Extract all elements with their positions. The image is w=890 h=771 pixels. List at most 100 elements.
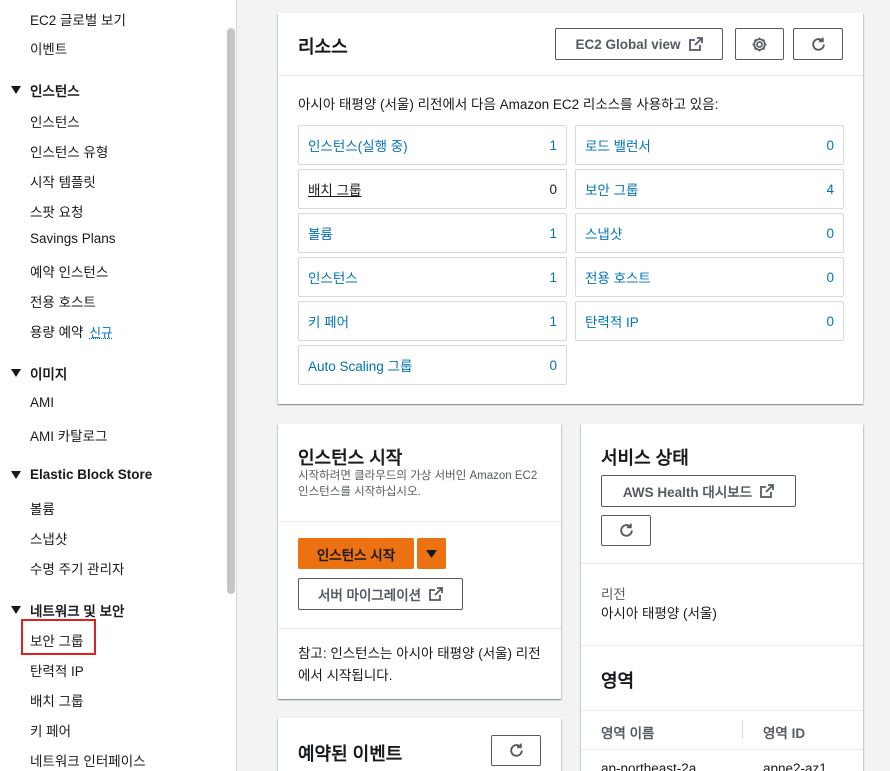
sidebar-item-ec2-global-view[interactable]: EC2 글로벌 보기 [30, 9, 126, 29]
resource-placement-groups[interactable]: 배치 그룹 0 [298, 169, 567, 209]
settings-button[interactable] [735, 28, 784, 60]
zone-id-cell: apne2-az1 [763, 761, 827, 771]
sidebar-item-placement-groups[interactable]: 배치 그룹 [30, 690, 83, 710]
section-title: 네트워크 및 보안 [30, 604, 125, 619]
resource-dedicated-hosts[interactable]: 전용 호스트 0 [575, 257, 844, 297]
region-label: 리전 [601, 587, 626, 602]
section-title: 이미지 [30, 367, 68, 382]
column-separator [742, 721, 743, 739]
sidebar-item-ami[interactable]: AMI [30, 395, 54, 410]
refresh-icon [509, 743, 523, 757]
button-label: EC2 Global view [575, 36, 681, 52]
sidebar-section-images[interactable]: 이미지 [11, 363, 67, 383]
resources-description: 아시아 태평양 (서울) 리전에서 다음 Amazon EC2 리소스를 사용하… [298, 97, 719, 112]
resource-label[interactable]: 탄력적 IP [585, 311, 639, 331]
sidebar-item-network-interfaces[interactable]: 네트워크 인터페이스 [30, 750, 146, 770]
button-label: 서버 마이그레이션 [317, 588, 422, 603]
resource-count: 0 [826, 137, 834, 153]
button-label: AWS Health 대시보드 [622, 485, 753, 500]
sidebar-item-capacity-reservations[interactable]: 용량 예약 신규 [30, 321, 112, 341]
sidebar-item-lifecycle-manager[interactable]: 수명 주기 관리자 [30, 558, 124, 578]
launch-instance-button[interactable]: 인스턴스 시작 [298, 538, 414, 569]
launch-note-line1: 참고: 인스턴스는 아시아 태평양 (서울) 리전 [298, 646, 541, 661]
aws-health-dashboard-button[interactable]: AWS Health 대시보드 [601, 475, 796, 507]
resource-label[interactable]: Auto Scaling 그룹 [308, 355, 412, 375]
sidebar: EC2 글로벌 보기 이벤트 인스턴스 인스턴스 인스턴스 유형 시작 템플릿 … [0, 0, 237, 771]
zone-name-cell: ap-northeast-2a [601, 761, 697, 771]
launch-description-line2: 인스턴스를 시작하십시오. [298, 486, 421, 498]
sidebar-scrollbar[interactable] [227, 28, 235, 594]
caret-down-icon [11, 369, 21, 377]
resource-label[interactable]: 스냅샷 [585, 223, 622, 243]
scheduled-events-title: 예약된 이벤트 [298, 744, 403, 764]
resource-instances[interactable]: 인스턴스 1 [298, 257, 567, 297]
sidebar-section-network-security[interactable]: 네트워크 및 보안 [11, 600, 124, 620]
zones-title: 영역 [601, 671, 635, 691]
resource-volumes[interactable]: 볼륨 1 [298, 213, 567, 253]
ec2-global-view-button[interactable]: EC2 Global view [555, 28, 723, 60]
resource-label[interactable]: 로드 밸런서 [585, 135, 651, 155]
resource-label[interactable]: 보안 그룹 [585, 179, 638, 199]
resource-key-pairs[interactable]: 키 페어 1 [298, 301, 567, 341]
resource-security-groups[interactable]: 보안 그룹 4 [575, 169, 844, 209]
sidebar-item-key-pairs[interactable]: 키 페어 [30, 720, 71, 740]
refresh-events-button[interactable] [491, 735, 541, 766]
external-link-icon [688, 37, 703, 51]
new-badge: 신규 [89, 326, 113, 340]
sidebar-section-instances[interactable]: 인스턴스 [11, 80, 80, 100]
column-header-zone-id[interactable]: 영역 ID [763, 722, 805, 742]
divider [581, 645, 863, 646]
sidebar-item-reserved-instances[interactable]: 예약 인스턴스 [30, 261, 108, 281]
refresh-health-button[interactable] [601, 515, 651, 546]
resource-label[interactable]: 인스턴스(실행 중) [308, 135, 408, 155]
resource-label[interactable]: 키 페어 [308, 311, 349, 331]
sidebar-item-ami-catalog[interactable]: AMI 카탈로그 [30, 425, 107, 445]
divider [278, 521, 561, 522]
resources-title: 리소스 [298, 37, 348, 57]
resource-load-balancers[interactable]: 로드 밸런서 0 [575, 125, 844, 165]
section-title: Elastic Block Store [30, 467, 153, 482]
resource-snapshots[interactable]: 스냅샷 0 [575, 213, 844, 253]
sidebar-section-ebs[interactable]: Elastic Block Store [11, 467, 152, 482]
nav-label: 용량 예약 [30, 325, 84, 340]
resource-label[interactable]: 볼륨 [308, 223, 333, 243]
resource-label[interactable]: 인스턴스 [308, 267, 358, 287]
sidebar-item-events[interactable]: 이벤트 [30, 38, 67, 58]
launch-note-line2: 에서 시작됩니다. [298, 668, 393, 683]
column-header-zone-name[interactable]: 영역 이름 [601, 722, 654, 742]
server-migration-button[interactable]: 서버 마이그레이션 [298, 578, 463, 610]
refresh-button[interactable] [793, 28, 843, 60]
resource-count: 1 [549, 269, 557, 285]
divider [278, 628, 561, 629]
resource-count: 0 [826, 225, 834, 241]
sidebar-item-instance-types[interactable]: 인스턴스 유형 [30, 141, 108, 161]
sidebar-item-elastic-ips[interactable]: 탄력적 IP [30, 660, 84, 680]
resource-elastic-ips[interactable]: 탄력적 IP 0 [575, 301, 844, 341]
caret-down-icon [11, 86, 21, 94]
resource-count: 0 [549, 181, 557, 197]
resource-count: 0 [826, 313, 834, 329]
highlight-box [21, 619, 96, 655]
launch-dropdown-button[interactable] [417, 538, 446, 569]
section-title: 인스턴스 [30, 84, 80, 99]
sidebar-item-spot-requests[interactable]: 스팟 요청 [30, 201, 83, 221]
refresh-icon [619, 523, 633, 537]
divider [581, 749, 863, 750]
divider [278, 75, 863, 76]
resource-auto-scaling-groups[interactable]: Auto Scaling 그룹 0 [298, 345, 567, 385]
launch-title: 인스턴스 시작 [298, 448, 403, 468]
resource-count: 1 [549, 313, 557, 329]
sidebar-item-savings-plans[interactable]: Savings Plans [30, 231, 116, 246]
resource-label[interactable]: 전용 호스트 [585, 267, 651, 287]
sidebar-item-dedicated-hosts[interactable]: 전용 호스트 [30, 291, 96, 311]
service-health-title: 서비스 상태 [601, 448, 689, 468]
sidebar-item-snapshots[interactable]: 스냅샷 [30, 528, 67, 548]
sidebar-item-instances[interactable]: 인스턴스 [30, 111, 80, 131]
resource-label[interactable]: 배치 그룹 [308, 179, 361, 199]
sidebar-item-volumes[interactable]: 볼륨 [30, 498, 55, 518]
refresh-icon [811, 37, 825, 51]
resource-running-instances[interactable]: 인스턴스(실행 중) 1 [298, 125, 567, 165]
resource-count: 0 [826, 269, 834, 285]
sidebar-item-launch-templates[interactable]: 시작 템플릿 [30, 171, 96, 191]
region-value: 아시아 태평양 (서울) [601, 606, 717, 621]
